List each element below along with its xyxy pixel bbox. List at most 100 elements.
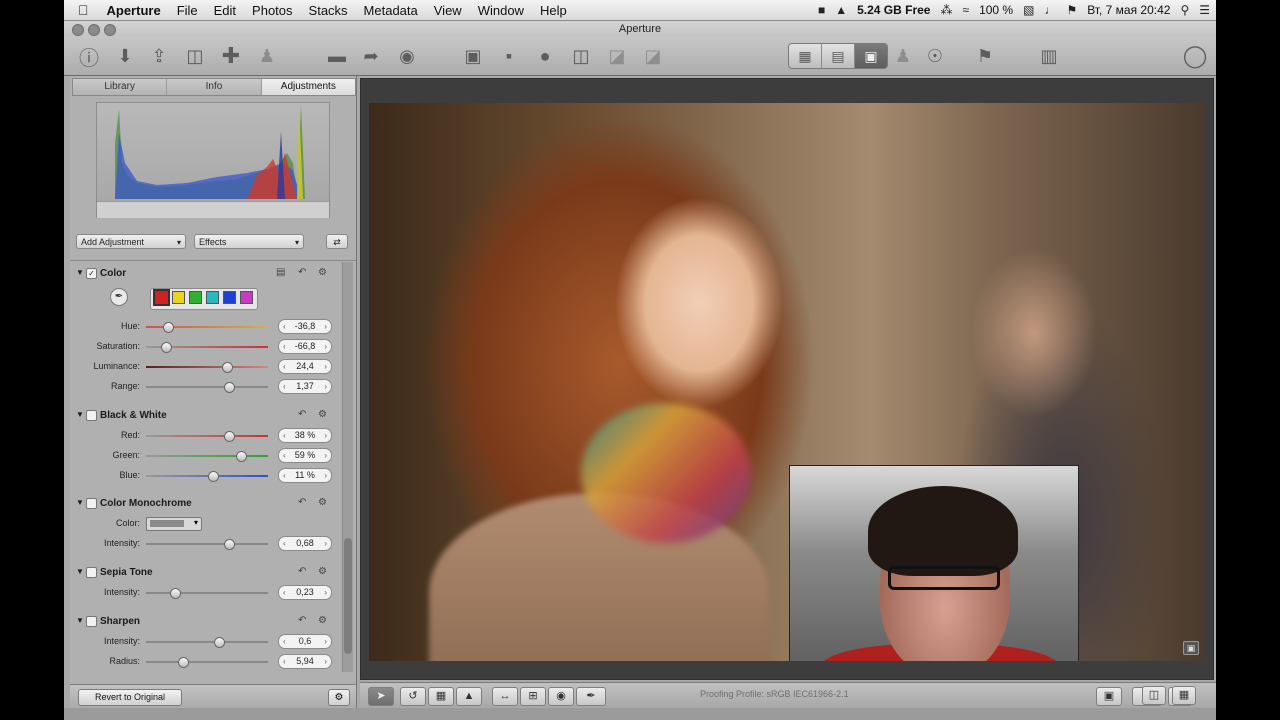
gear-icon[interactable]: ⚙ [318,409,327,420]
bw-red-value-field[interactable]: ‹ 38 % › [278,428,332,443]
loupe-icon[interactable]: ▣ [1096,687,1122,706]
bw-green-slider-thumb[interactable] [236,451,248,462]
color-monochrome-enable-checkbox[interactable] [86,498,97,509]
zoom-window-button[interactable] [104,24,116,36]
rotate-tool-icon[interactable]: ↺ [400,687,426,706]
disclosure-triangle-icon[interactable]: ▼ [76,616,84,625]
browser-view-icon[interactable]: ▦ [789,44,822,68]
disclosure-triangle-icon[interactable]: ▼ [76,498,84,507]
viewer-icon[interactable]: ▣ [855,44,887,68]
lift-tool-icon[interactable]: ▲ [456,687,482,706]
volume-icon[interactable]: ♩ [1044,3,1056,17]
menu-window[interactable]: Window [470,3,532,18]
bw-green-slider[interactable] [146,451,268,462]
disk-icon[interactable]: ▲ [835,3,847,17]
flag-filter-icon[interactable]: ⚑ [972,43,998,69]
close-window-button[interactable] [72,24,84,36]
color-monochrome-section-header[interactable]: ▼ Color Monochrome ↶ ⚙ [70,496,340,512]
revert-to-original-button[interactable]: Revert to Original [78,689,182,706]
gear-icon[interactable]: ⚙ [328,689,350,706]
range-value-field[interactable]: ‹ 1,37 › [278,379,332,394]
sharpen-radius-slider[interactable] [146,657,268,668]
bw-green-value-field[interactable]: ‹ 59 % › [278,448,332,463]
sharpen-intensity-slider-thumb[interactable] [214,637,226,648]
sharpen-section-header[interactable]: ▼ Sharpen ↶ ⚙ [70,614,340,630]
eyedropper-icon[interactable]: ✒ [110,288,128,306]
faces-view-icon[interactable]: ♟ [890,43,916,69]
disk-free-text[interactable]: 5.24 GB Free [857,3,930,17]
photo[interactable]: ▣ [369,103,1205,661]
duplicate-icon[interactable]: ◪ [640,43,666,69]
range-slider[interactable] [146,382,268,393]
minimize-window-button[interactable] [88,24,100,36]
flag-icon[interactable]: ⚑ [1066,3,1077,17]
battery-icon[interactable]: ▧ [1023,3,1034,17]
menu-view[interactable]: View [426,3,470,18]
split-view-icon[interactable]: ▤ [822,44,855,68]
bw-blue-slider[interactable] [146,471,268,482]
sharpen-intensity-value-field[interactable]: ‹ 0,6 › [278,634,332,649]
stack-icon[interactable]: ◫ [568,43,594,69]
compare-icon[interactable]: ◪ [604,43,630,69]
tab-library[interactable]: Library [73,79,168,95]
import-icon[interactable]: ⬇ [112,43,138,69]
redeye-tool-icon[interactable]: ◉ [548,687,574,706]
color-section-header[interactable]: ▼ ✓ Color ▤ ↶ ⚙ [70,266,340,282]
hue-slider[interactable] [146,322,268,333]
menu-file[interactable]: File [169,3,206,18]
iphoto-share-icon[interactable]: ▣ [460,43,486,69]
gear-icon[interactable]: ⚙ [318,615,327,626]
email-icon[interactable]: ◉ [392,43,422,69]
mono-intensity-value-field[interactable]: ‹ 0,68 › [278,536,332,551]
add-icon[interactable]: ✚ [218,43,244,69]
tab-info[interactable]: Info [167,79,262,95]
bluetooth-icon[interactable]: ⁂ [940,3,952,17]
reset-icon[interactable]: ↶ [298,615,306,626]
flickr-icon[interactable]: ● [532,43,558,69]
spotlight-search-icon[interactable]: ⚲ [1180,3,1189,17]
effects-dropdown[interactable]: Effects ▾ [194,234,304,249]
sepia-intensity-value-field[interactable]: ‹ 0,23 › [278,585,332,600]
luminance-slider-thumb[interactable] [221,362,233,373]
adjustment-options-button[interactable]: ⇄ [326,234,348,249]
reset-icon[interactable]: ↶ [298,497,306,508]
black-white-section-header[interactable]: ▼ Black & White ↶ ⚙ [70,408,340,424]
inspector-scroll-thumb[interactable] [344,538,352,654]
reset-icon[interactable]: ↶ [298,267,306,278]
sharpen-enable-checkbox[interactable] [86,616,97,627]
gear-icon[interactable]: ⚙ [318,566,327,577]
bw-red-slider-thumb[interactable] [223,431,235,442]
saturation-slider[interactable] [146,342,268,353]
crop-tool-icon[interactable]: ⊞ [520,687,546,706]
yellow-swatch[interactable] [172,291,185,304]
gear-icon[interactable]: ⚙ [318,497,327,508]
saturation-slider-thumb[interactable] [160,342,172,353]
image-badge-icon[interactable]: ▣ [1183,641,1199,655]
dual-view-icon[interactable]: ◫ [1142,686,1166,705]
sepia-intensity-slider-thumb[interactable] [170,588,182,599]
sharpen-radius-value-field[interactable]: ‹ 5,94 › [278,654,332,669]
faces-icon[interactable]: ♟ [254,43,280,69]
filmstrip-icon[interactable]: ▦ [1172,686,1196,705]
notification-center-icon[interactable]: ☰ [1199,3,1210,17]
black-white-enable-checkbox[interactable] [86,410,97,421]
straighten-tool-icon[interactable]: ↔ [492,687,518,706]
app-menu[interactable]: Aperture [99,3,169,18]
mono-intensity-slider[interactable] [146,539,268,550]
new-project-icon[interactable]: ◫ [180,43,210,69]
menu-stacks[interactable]: Stacks [301,3,356,18]
inspector-scrollbar[interactable] [342,262,353,672]
blue-swatch[interactable] [223,291,236,304]
export-icon[interactable]: ➦ [356,43,386,69]
sepia-intensity-slider[interactable] [146,588,268,599]
disclosure-triangle-icon[interactable]: ▼ [76,268,84,277]
luminance-slider[interactable] [146,362,268,373]
selection-tool-icon[interactable]: ➤ [368,687,394,706]
antivirus-icon[interactable]: ■ [818,3,825,17]
hue-value-field[interactable]: ‹ -36,8 › [278,319,332,334]
battery-percent[interactable]: 100 % [979,3,1013,17]
clock[interactable]: Вт, 7 мая 20:42 [1087,3,1170,17]
menu-help[interactable]: Help [532,3,575,18]
add-adjustment-dropdown[interactable]: Add Adjustment ▾ [76,234,186,249]
menu-edit[interactable]: Edit [206,3,244,18]
